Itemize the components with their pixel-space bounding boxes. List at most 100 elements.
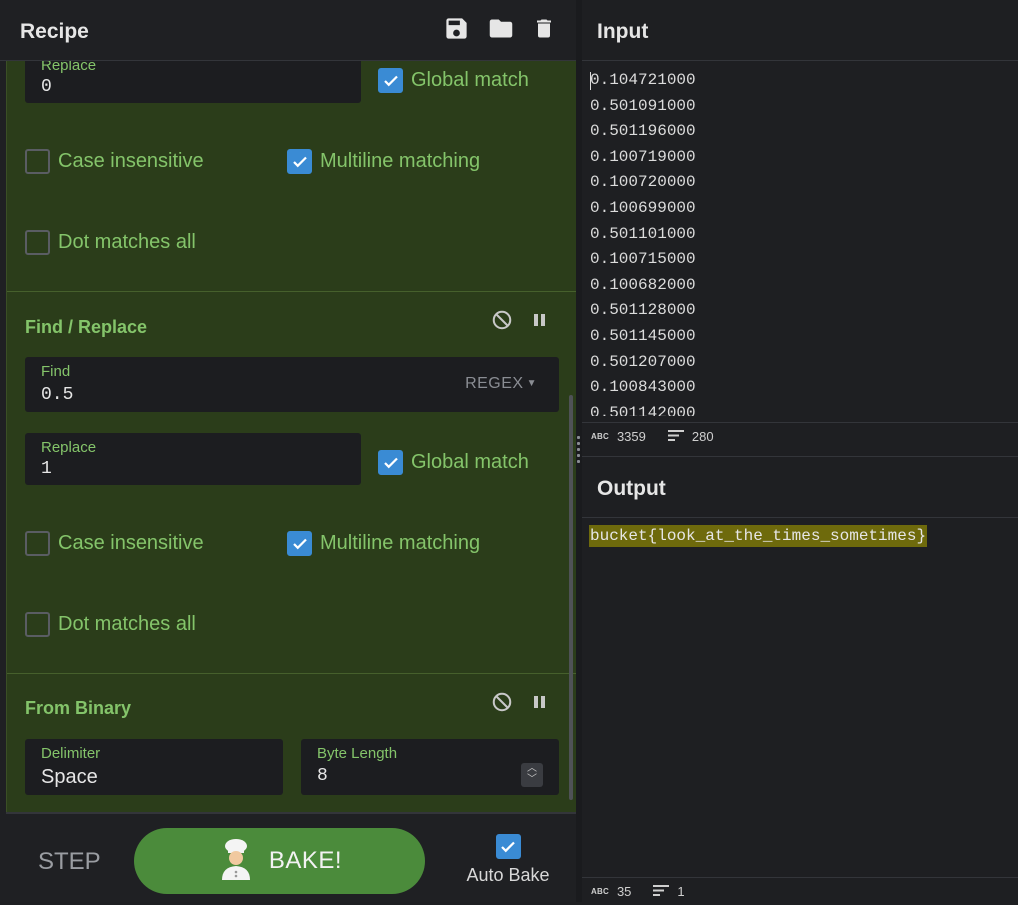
line-count-value: 280 (691, 429, 714, 444)
byte-length-label: Byte Length (317, 745, 398, 762)
checkmark-icon (287, 531, 312, 556)
input-line: 0.100720000 (590, 173, 696, 192)
lines-icon (667, 429, 684, 445)
input-line: 0.501091000 (590, 96, 696, 115)
input-panel: Input 0.104721000 0.501091000 0.501196000 0… (582, 0, 1018, 450)
trash-icon[interactable] (532, 15, 560, 43)
chevron-up-icon[interactable]: ︿ (527, 763, 537, 774)
replace-field[interactable]: Replace 1 (25, 433, 361, 485)
replace-value[interactable]: 1 (41, 459, 52, 479)
chef-icon (217, 838, 255, 885)
pause-icon[interactable] (531, 309, 555, 333)
replace-label: Replace (41, 61, 97, 74)
input-line: 0.100715000 (590, 250, 696, 269)
dot-matches-all-label: Dot matches all (58, 231, 196, 253)
multiline-checkbox[interactable]: Multiline matching (287, 149, 480, 174)
input-line: 0.104721000 (590, 71, 696, 89)
input-line: 0.501207000 (590, 352, 696, 371)
recipe-panel: Recipe Replace 0 Global match Case insen… (0, 0, 577, 902)
regex-dropdown[interactable]: REGEX ▼ (465, 375, 537, 393)
grip-dot (577, 436, 580, 439)
input-textarea[interactable]: 0.104721000 0.501091000 0.501196000 0.10071… (590, 68, 1010, 416)
find-value[interactable]: 0.5 (41, 385, 73, 405)
checkmark-icon (495, 834, 521, 859)
input-line: 0.100719000 (590, 147, 696, 166)
checkbox-box (25, 230, 50, 255)
input-title: Input (597, 20, 649, 43)
output-header: Output (582, 457, 1018, 518)
checkbox-box (25, 612, 50, 637)
abc-icon: ABC (591, 432, 609, 441)
operation-title: From Binary (25, 698, 132, 718)
replace-label: Replace (41, 439, 97, 456)
chevron-down-icon[interactable]: ﹀ (527, 774, 537, 785)
step-button[interactable]: STEP (38, 848, 101, 876)
case-insensitive-checkbox[interactable]: Case insensitive (25, 149, 204, 174)
line-count: 280 (667, 429, 714, 445)
char-count: ABC 3359 (591, 429, 646, 444)
input-header: Input (582, 0, 1018, 61)
global-match-label: Global match (411, 451, 529, 473)
case-insensitive-label: Case insensitive (58, 150, 204, 172)
regex-label: REGEX (465, 375, 524, 392)
bake-label: BAKE! (268, 847, 343, 874)
find-replace-operation-2: Find / Replace Find 0.5 REGEX ▼ Replace 1 (7, 292, 576, 673)
dot-matches-all-label: Dot matches all (58, 613, 196, 635)
grip-dot (577, 442, 580, 445)
input-line: 0.501142000 (590, 403, 696, 416)
disable-icon[interactable] (491, 691, 515, 715)
line-count: 1 (653, 884, 685, 900)
multiline-checkbox[interactable]: Multiline matching (287, 531, 480, 556)
find-replace-operation-1: Replace 0 Global match Case insensitive … (7, 61, 576, 291)
disable-icon[interactable] (491, 309, 515, 333)
abc-icon: ABC (591, 887, 609, 896)
global-match-label: Global match (411, 69, 529, 91)
case-insensitive-checkbox[interactable]: Case insensitive (25, 531, 204, 556)
find-label: Find (41, 363, 71, 380)
recipe-title: Recipe (20, 20, 89, 43)
output-status-bar: ABC 35 1 (582, 877, 1018, 905)
folder-icon[interactable] (487, 15, 515, 43)
input-line: 0.100699000 (590, 198, 696, 217)
output-panel: Output bucket{look_at_the_times_sometime… (582, 456, 1018, 902)
delimiter-field[interactable]: Delimiter Space (25, 739, 283, 795)
checkmark-icon (287, 149, 312, 174)
auto-bake-label: Auto Bake (466, 865, 550, 885)
char-count: ABC 35 (591, 884, 631, 899)
input-line: 0.501101000 (590, 224, 696, 243)
recipe-scrollbar[interactable] (569, 395, 573, 800)
global-match-checkbox[interactable]: Global match (378, 68, 529, 93)
dot-matches-all-checkbox[interactable]: Dot matches all (25, 230, 196, 255)
global-match-checkbox[interactable]: Global match (378, 450, 529, 475)
operation-title: Find / Replace (25, 317, 148, 337)
replace-field[interactable]: Replace 0 (25, 61, 361, 103)
output-text[interactable]: bucket{look_at_the_times_sometimes} (589, 525, 928, 547)
save-icon[interactable] (443, 15, 471, 43)
checkbox-box (25, 531, 50, 556)
input-line: 0.501145000 (590, 326, 696, 345)
from-binary-operation: From Binary Delimiter Space Byte Length … (7, 674, 576, 812)
input-line: 0.501128000 (590, 301, 696, 320)
case-insensitive-label: Case insensitive (58, 532, 204, 554)
grip-dot (577, 454, 580, 457)
find-field[interactable]: Find 0.5 REGEX ▼ (25, 357, 559, 412)
input-line: 0.100843000 (590, 378, 696, 397)
number-spinner[interactable]: ︿ ﹀ (521, 763, 543, 787)
input-status-bar: ABC 3359 280 (582, 422, 1018, 450)
grip-dot (577, 460, 580, 463)
pause-icon[interactable] (531, 691, 555, 715)
char-count-value: 3359 (616, 429, 646, 444)
lines-icon (653, 884, 670, 900)
replace-value[interactable]: 0 (41, 77, 52, 97)
byte-length-value[interactable]: 8 (317, 766, 328, 786)
byte-length-field[interactable]: Byte Length 8 ︿ ﹀ (301, 739, 559, 795)
checkmark-icon (378, 68, 403, 93)
delimiter-label: Delimiter (41, 745, 101, 762)
auto-bake-checkbox[interactable]: Auto Bake (465, 834, 551, 886)
bake-controls: STEP BAKE! Auto Bake (6, 812, 576, 902)
checkmark-icon (378, 450, 403, 475)
grip-dot (577, 448, 580, 451)
bake-button[interactable]: BAKE! (134, 828, 425, 894)
dot-matches-all-checkbox[interactable]: Dot matches all (25, 612, 196, 637)
delimiter-value[interactable]: Space (41, 766, 98, 789)
